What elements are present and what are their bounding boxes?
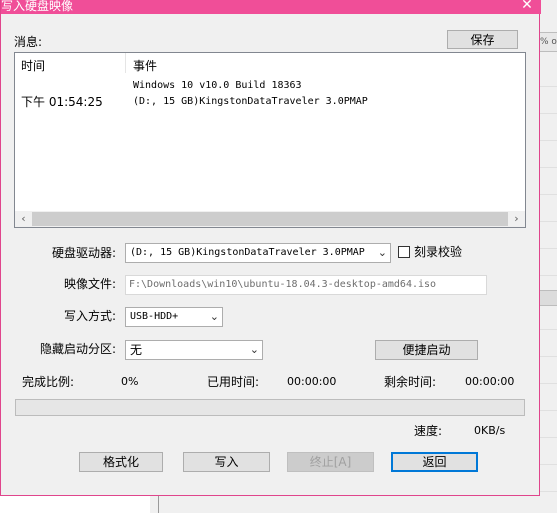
column-divider[interactable]: [125, 53, 126, 73]
log-row-event: Windows 10 v10.0 Build 18363: [133, 80, 302, 91]
write-button[interactable]: 写入: [183, 452, 270, 472]
chevron-down-icon: ⌄: [209, 310, 219, 323]
quick-boot-button[interactable]: 便捷启动: [375, 340, 478, 360]
chevron-down-icon: ⌄: [377, 246, 387, 259]
image-file-value: F:\Downloads\win10\ubuntu-18.04.3-deskto…: [129, 279, 437, 290]
write-method-value: USB-HDD+: [130, 311, 179, 322]
message-log[interactable]: 时间 事件 Windows 10 v10.0 Build 18363 下午 01…: [14, 52, 526, 228]
speed-value: 0KB/s: [474, 424, 506, 437]
hide-partition-value: 无: [130, 343, 143, 357]
log-row-event: (D:, 15 GB)KingstonDataTraveler 3.0PMAP: [133, 96, 368, 107]
remaining-time-label: 剩余时间:: [384, 375, 437, 389]
window-title: 写入硬盘映像: [1, 0, 74, 13]
background-divider: [158, 496, 159, 513]
horizontal-scrollbar[interactable]: ‹ ›: [15, 211, 525, 227]
drive-label: 硬盘驱动器:: [52, 246, 117, 260]
hide-partition-label: 隐藏启动分区:: [40, 342, 117, 356]
remaining-time-value: 00:00:00: [465, 375, 515, 388]
elapsed-time-label: 已用时间:: [207, 375, 260, 389]
log-row-time: 下午 01:54:25: [21, 95, 103, 109]
background-header-text: % o: [540, 37, 557, 47]
image-file-field[interactable]: F:\Downloads\win10\ubuntu-18.04.3-deskto…: [125, 275, 487, 295]
title-bar[interactable]: 写入硬盘映像 ✕: [1, 0, 541, 14]
scroll-right-icon[interactable]: ›: [508, 211, 525, 227]
verify-checkbox[interactable]: [398, 246, 410, 258]
chevron-down-icon: ⌄: [249, 343, 259, 356]
background-window-header: % o: [540, 32, 557, 52]
stop-button[interactable]: 终止[A]: [287, 452, 374, 472]
background-window-rows: [540, 60, 557, 510]
elapsed-time-value: 00:00:00: [287, 375, 337, 388]
complete-ratio-value: 0%: [121, 375, 139, 388]
messages-label: 消息:: [14, 35, 43, 49]
back-button[interactable]: 返回: [391, 452, 478, 472]
write-progress-bar: [15, 399, 525, 416]
hide-partition-select[interactable]: 无 ⌄: [125, 340, 263, 360]
verify-label[interactable]: 刻录校验: [414, 244, 462, 260]
background-window-scrollbar: [540, 290, 557, 306]
save-button[interactable]: 保存: [447, 30, 518, 49]
format-button[interactable]: 格式化: [79, 452, 163, 472]
image-file-label: 映像文件:: [64, 277, 117, 291]
background-window-bottom: [150, 496, 557, 513]
write-method-label: 写入方式:: [64, 309, 117, 323]
drive-select[interactable]: (D:, 15 GB)KingstonDataTraveler 3.0PMAP …: [125, 243, 391, 263]
column-header-time[interactable]: 时间: [21, 58, 45, 74]
speed-label: 速度:: [414, 424, 443, 438]
column-header-event[interactable]: 事件: [133, 58, 157, 74]
close-icon[interactable]: ✕: [513, 0, 541, 14]
drive-select-value: (D:, 15 GB)KingstonDataTraveler 3.0PMAP: [130, 247, 365, 258]
write-method-select[interactable]: USB-HDD+ ⌄: [125, 307, 223, 327]
scrollbar-thumb[interactable]: [32, 212, 508, 226]
complete-ratio-label: 完成比例:: [22, 375, 75, 389]
scroll-left-icon[interactable]: ‹: [15, 211, 32, 227]
write-disk-image-dialog: 写入硬盘映像 ✕ 消息: 保存 时间 事件 Windows 10 v10.0 B…: [0, 0, 541, 496]
